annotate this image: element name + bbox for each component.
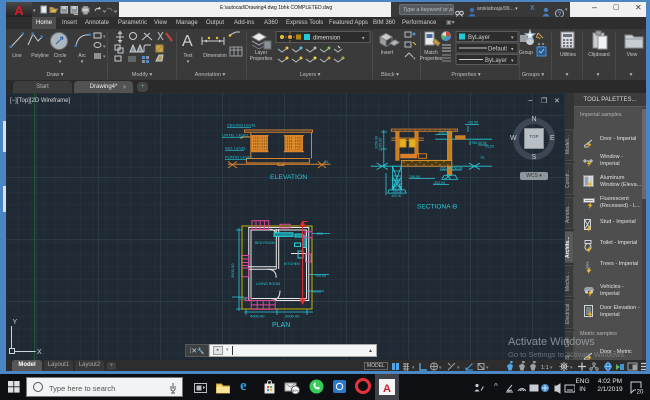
svg-text:+0.00: +0.00 bbox=[312, 290, 321, 294]
svg-text:2100.00: 2100.00 bbox=[378, 138, 382, 151]
svg-text:700.00 150.00: 700.00 150.00 bbox=[440, 166, 463, 170]
svg-text:3600.00: 3600.00 bbox=[230, 263, 235, 278]
svg-text:ByLayer: ByLayer bbox=[485, 58, 507, 64]
svg-text:▾: ▾ bbox=[103, 44, 106, 50]
svg-text:X: X bbox=[37, 349, 42, 356]
svg-text:SILL LEVEL: SILL LEVEL bbox=[225, 146, 247, 151]
svg-text:GL: GL bbox=[324, 160, 329, 164]
svg-text:1:1: 1:1 bbox=[541, 365, 549, 371]
svg-text:PLAN: PLAN bbox=[272, 322, 290, 329]
svg-text:ByLayer: ByLayer bbox=[468, 35, 490, 41]
svg-text:GL50: GL50 bbox=[485, 145, 494, 149]
svg-text:KITCHEN: KITCHEN bbox=[284, 262, 300, 266]
svg-text:▾: ▾ bbox=[103, 54, 106, 60]
svg-text:SECTIONA-B: SECTIONA-B bbox=[417, 204, 458, 211]
svg-text:A: A bbox=[182, 33, 193, 50]
svg-text:+50.00: +50.00 bbox=[467, 121, 478, 125]
svg-text:▾: ▾ bbox=[412, 365, 415, 371]
svg-text:200: 200 bbox=[317, 232, 323, 236]
svg-text:3000.00: 3000.00 bbox=[285, 314, 300, 319]
svg-text:▾: ▾ bbox=[550, 365, 553, 371]
svg-text:▾: ▾ bbox=[103, 34, 106, 40]
svg-text:BED ROOM: BED ROOM bbox=[255, 241, 275, 245]
svg-text:CEILING LEVEL: CEILING LEVEL bbox=[227, 123, 257, 128]
svg-text:▾: ▾ bbox=[570, 365, 573, 371]
svg-text:99+: 99+ bbox=[292, 388, 299, 393]
svg-text:750.00: 750.00 bbox=[409, 175, 420, 179]
svg-text:400.00: 400.00 bbox=[392, 194, 402, 198]
svg-text:▾: ▾ bbox=[439, 365, 442, 371]
svg-text:▾: ▾ bbox=[413, 56, 416, 62]
svg-text:20: 20 bbox=[637, 390, 644, 395]
svg-text:▾: ▾ bbox=[457, 365, 460, 371]
svg-text:ELEVATION: ELEVATION bbox=[270, 174, 307, 181]
svg-text:Y: Y bbox=[13, 319, 18, 326]
svg-text:-300.00: -300.00 bbox=[433, 181, 445, 185]
svg-text:▾: ▾ bbox=[486, 365, 489, 371]
svg-text:LINTEL LEVEL: LINTEL LEVEL bbox=[222, 133, 250, 138]
svg-text:70.00: 70.00 bbox=[238, 297, 247, 301]
svg-text:LIVING ROOM: LIVING ROOM bbox=[256, 282, 280, 286]
svg-text:4000.00: 4000.00 bbox=[250, 314, 265, 319]
svg-text:Default: Default bbox=[488, 47, 507, 53]
svg-text:dimension: dimension bbox=[313, 36, 340, 42]
svg-text:PLINTH LEVEL: PLINTH LEVEL bbox=[225, 155, 254, 160]
svg-text:GL: GL bbox=[481, 156, 486, 160]
svg-text:-200.00: -200.00 bbox=[437, 131, 449, 135]
